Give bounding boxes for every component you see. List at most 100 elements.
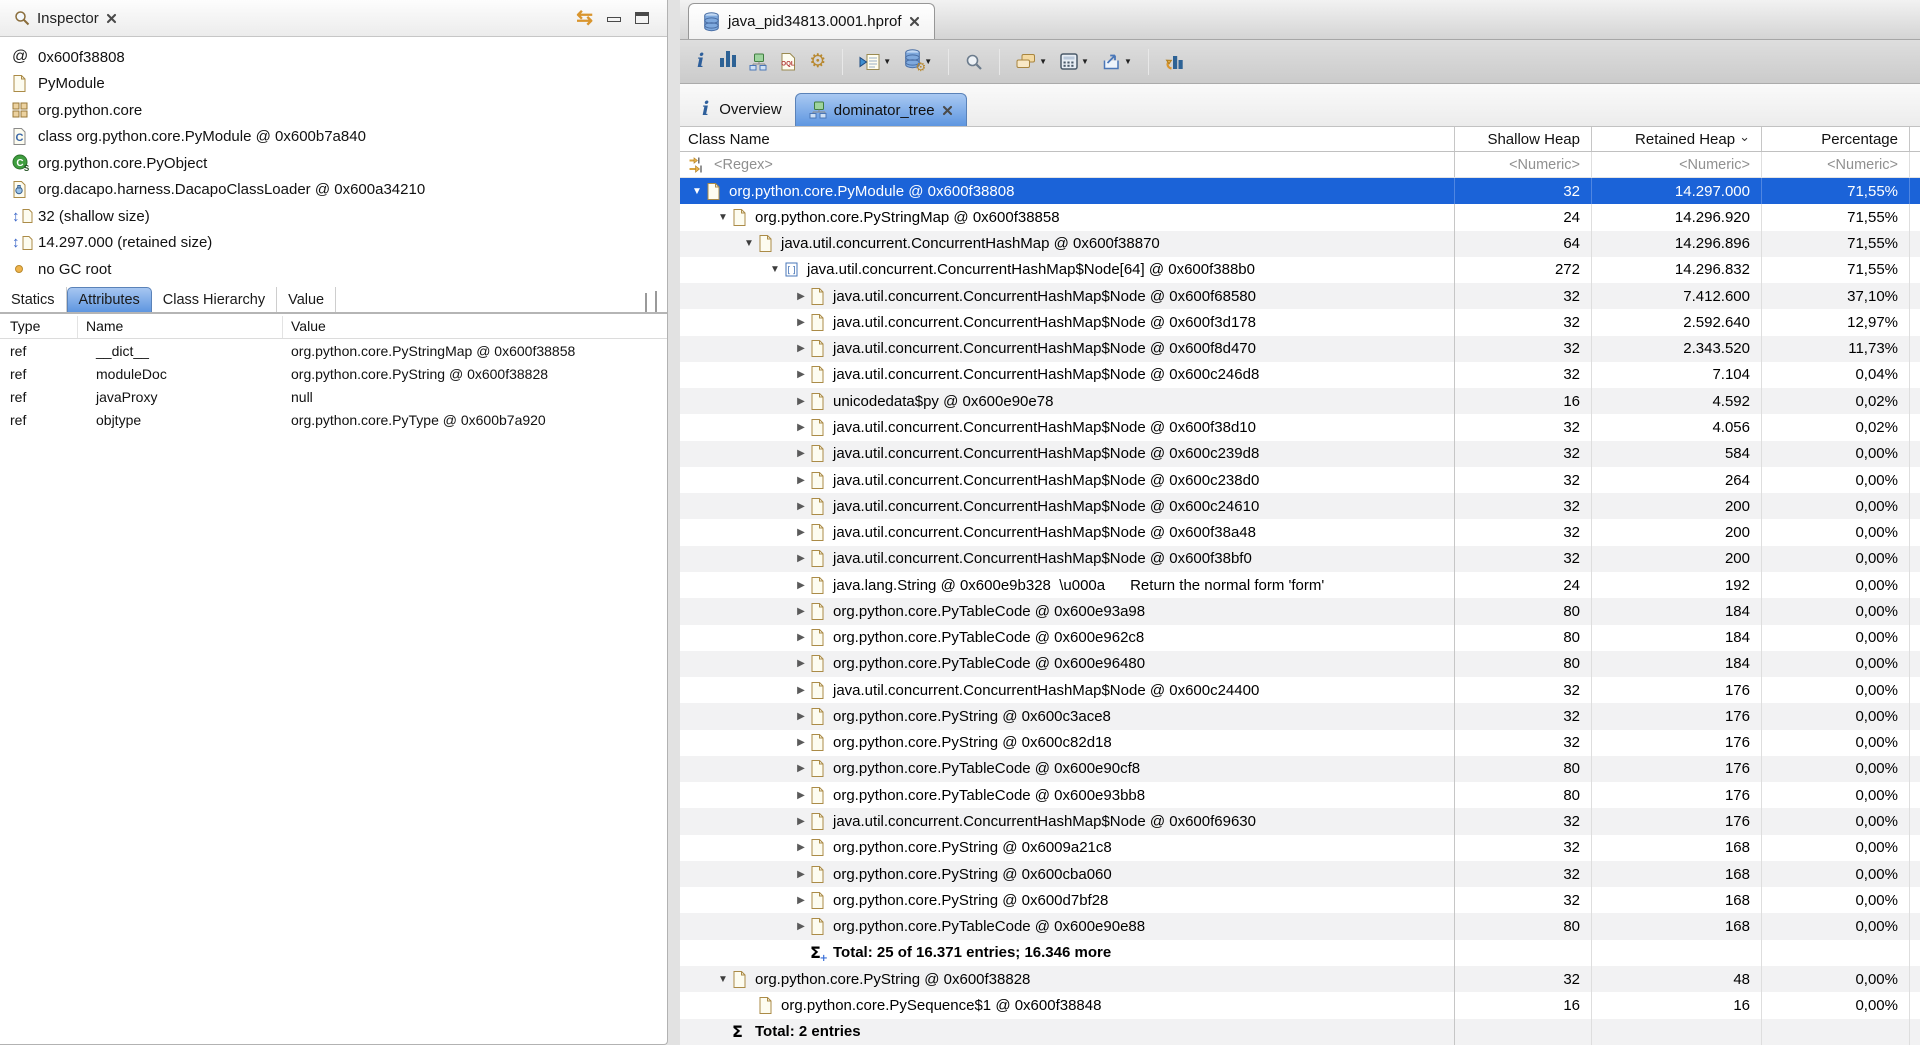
sync-snapshot-icon[interactable]: ⇆ (576, 8, 593, 28)
view-tab-dominator_tree[interactable]: dominator_tree (795, 93, 967, 126)
expert-list-button[interactable]: ▼ (857, 51, 893, 73)
tree-row[interactable]: org.python.core.PySequence$1 @ 0x600f388… (680, 992, 1920, 1018)
tree-row[interactable]: ▶org.python.core.PyTableCode @ 0x600e962… (680, 625, 1920, 651)
column-header-class-name[interactable]: Class Name (680, 127, 1455, 151)
view-tab-overview[interactable]: iOverview (686, 93, 795, 126)
expand-arrow-icon[interactable]: ▶ (792, 658, 810, 669)
collapse-arrow-icon[interactable]: ▼ (740, 238, 758, 249)
expand-arrow-icon[interactable]: ▶ (792, 527, 810, 538)
maximize-section-button[interactable] (655, 294, 657, 312)
tree-row[interactable]: ▼org.python.core.PyModule @ 0x600f388083… (680, 178, 1920, 204)
collapse-arrow-icon[interactable]: ▼ (766, 264, 784, 275)
group-button[interactable]: ▼ (1014, 51, 1049, 72)
expand-arrow-icon[interactable]: ▶ (792, 790, 810, 801)
expand-arrow-icon[interactable]: ▶ (792, 921, 810, 932)
expand-arrow-icon[interactable]: ▶ (792, 711, 810, 722)
tree-row[interactable]: ▶java.util.concurrent.ConcurrentHashMap$… (680, 309, 1920, 335)
expand-arrow-icon[interactable]: ▶ (792, 396, 810, 407)
expand-arrow-icon[interactable]: ▶ (792, 842, 810, 853)
tab-class-hierarchy[interactable]: Class Hierarchy (152, 287, 277, 312)
expand-arrow-icon[interactable]: ▶ (792, 553, 810, 564)
tab-value[interactable]: Value (277, 287, 336, 312)
numeric-filter-shallow[interactable]: <Numeric> (1455, 152, 1592, 177)
column-header-name[interactable]: Name (78, 316, 283, 338)
tree-row[interactable]: ▼java.util.concurrent.ConcurrentHashMap … (680, 231, 1920, 257)
tree-row[interactable]: ▶java.util.concurrent.ConcurrentHashMap$… (680, 441, 1920, 467)
minimize-button[interactable] (607, 17, 621, 22)
compare-button[interactable] (1163, 51, 1186, 73)
column-header-retained-heap[interactable]: Retained Heap⌄ (1592, 127, 1762, 151)
tree-row[interactable]: ▶java.util.concurrent.ConcurrentHashMap$… (680, 808, 1920, 834)
tree-row[interactable]: ▶unicodedata$py @ 0x600e90e78164.5920,02… (680, 388, 1920, 414)
collapse-arrow-icon[interactable]: ▼ (714, 212, 732, 223)
tree-row[interactable]: ▶java.util.concurrent.ConcurrentHashMap$… (680, 283, 1920, 309)
heapdump-gear-button[interactable]: ⚙▼ (902, 47, 934, 76)
numeric-filter-percentage[interactable]: <Numeric> (1762, 152, 1910, 177)
expand-arrow-icon[interactable]: ▶ (792, 763, 810, 774)
collapse-arrow-icon[interactable]: ▼ (688, 186, 706, 197)
dominator-tree-button[interactable] (747, 51, 769, 73)
tree-row[interactable]: ▶org.python.core.PyString @ 0x600cba0603… (680, 861, 1920, 887)
tree-row[interactable]: ▶org.python.core.PyTableCode @ 0x600e90c… (680, 756, 1920, 782)
expand-arrow-icon[interactable]: ▶ (792, 580, 810, 591)
tree-row[interactable]: ▶java.util.concurrent.ConcurrentHashMap$… (680, 677, 1920, 703)
expand-arrow-icon[interactable]: ▶ (792, 895, 810, 906)
oql-button[interactable]: OQL (778, 51, 798, 73)
dropdown-arrow-icon[interactable]: ▼ (1081, 57, 1089, 66)
tree-row[interactable]: ▶java.util.concurrent.ConcurrentHashMap$… (680, 414, 1920, 440)
attribute-row[interactable]: refobjtypeorg.python.core.PyType @ 0x600… (0, 408, 667, 431)
tree-row[interactable]: ▶java.lang.String @ 0x600e9b328 \u000a R… (680, 572, 1920, 598)
column-header-percentage[interactable]: Percentage (1762, 127, 1910, 151)
tree-row[interactable]: ▶java.util.concurrent.ConcurrentHashMap$… (680, 362, 1920, 388)
expand-arrow-icon[interactable]: ▶ (792, 632, 810, 643)
tree-row[interactable]: ▶org.python.core.PyTableCode @ 0x600e90e… (680, 913, 1920, 939)
expand-arrow-icon[interactable]: ▶ (792, 816, 810, 827)
tree-row[interactable]: ▶java.util.concurrent.ConcurrentHashMap$… (680, 519, 1920, 545)
expand-arrow-icon[interactable]: ▶ (792, 685, 810, 696)
numeric-filter-retained[interactable]: <Numeric> (1592, 152, 1762, 177)
tree-total-row[interactable]: Σ+Total: 25 of 16.371 entries; 16.346 mo… (680, 940, 1920, 966)
dropdown-arrow-icon[interactable]: ▼ (883, 57, 891, 66)
inspector-tab[interactable]: Inspector (10, 10, 121, 27)
expand-arrow-icon[interactable]: ▶ (792, 501, 810, 512)
tree-row[interactable]: ▶java.util.concurrent.ConcurrentHashMap$… (680, 336, 1920, 362)
tree-row[interactable]: ▶org.python.core.PyTableCode @ 0x600e93b… (680, 782, 1920, 808)
close-icon[interactable] (942, 105, 953, 116)
column-header-type[interactable]: Type (0, 316, 78, 338)
export-button[interactable]: ▼ (1100, 51, 1134, 72)
info-button[interactable]: i (692, 50, 709, 74)
close-icon[interactable] (106, 13, 117, 24)
tab-attributes[interactable]: Attributes (67, 287, 152, 312)
tree-row[interactable]: ▶org.python.core.PyTableCode @ 0x600e964… (680, 651, 1920, 677)
tab-statics[interactable]: Statics (0, 287, 67, 312)
expand-arrow-icon[interactable]: ▶ (792, 291, 810, 302)
minimize-section-button[interactable] (645, 294, 647, 312)
attribute-row[interactable]: refmoduleDocorg.python.core.PyString @ 0… (0, 362, 667, 385)
calculator-button[interactable]: ▼ (1058, 51, 1091, 72)
regex-filter-cell[interactable]: <Regex> (680, 152, 1455, 177)
dropdown-arrow-icon[interactable]: ▼ (1124, 57, 1132, 66)
tree-row[interactable]: ▶org.python.core.PyString @ 0x600c82d183… (680, 730, 1920, 756)
tree-row[interactable]: ▶java.util.concurrent.ConcurrentHashMap$… (680, 546, 1920, 572)
search-button[interactable] (963, 51, 985, 73)
attribute-row[interactable]: refjavaProxynull (0, 385, 667, 408)
column-header-shallow-heap[interactable]: Shallow Heap (1455, 127, 1592, 151)
expand-arrow-icon[interactable]: ▶ (792, 737, 810, 748)
maximize-button[interactable] (635, 12, 649, 24)
tree-row[interactable]: ▼[]java.util.concurrent.ConcurrentHashMa… (680, 257, 1920, 283)
tree-row[interactable]: ▼org.python.core.PyStringMap @ 0x600f388… (680, 204, 1920, 230)
expand-arrow-icon[interactable]: ▶ (792, 448, 810, 459)
tree-row[interactable]: ▶java.util.concurrent.ConcurrentHashMap$… (680, 493, 1920, 519)
expand-arrow-icon[interactable]: ▶ (792, 317, 810, 328)
expand-arrow-icon[interactable]: ▶ (792, 422, 810, 433)
expand-arrow-icon[interactable]: ▶ (792, 369, 810, 380)
gear-button[interactable]: ⚙ (807, 50, 828, 74)
tree-row[interactable]: ▶org.python.core.PyString @ 0x600c3ace83… (680, 703, 1920, 729)
attribute-row[interactable]: ref__dict__org.python.core.PyStringMap @… (0, 339, 667, 362)
tree-total-row[interactable]: ΣTotal: 2 entries (680, 1019, 1920, 1045)
expand-arrow-icon[interactable]: ▶ (792, 869, 810, 880)
column-header-value[interactable]: Value (283, 316, 667, 338)
tree-row[interactable]: ▶java.util.concurrent.ConcurrentHashMap$… (680, 467, 1920, 493)
close-icon[interactable] (909, 16, 920, 27)
tree-row[interactable]: ▶org.python.core.PyString @ 0x600d7bf283… (680, 887, 1920, 913)
